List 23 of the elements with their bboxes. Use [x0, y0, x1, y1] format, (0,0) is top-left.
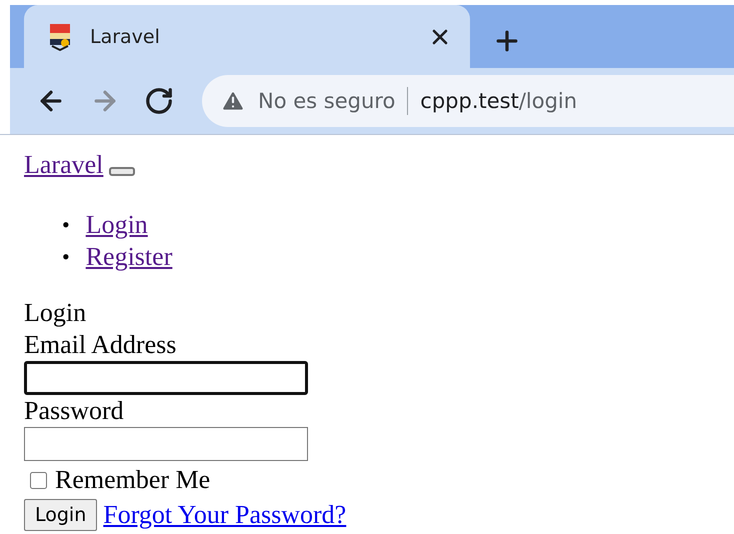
url-host: cppp.test — [420, 89, 519, 113]
reload-icon[interactable] — [144, 86, 174, 116]
tab-title: Laravel — [90, 26, 161, 48]
address-bar[interactable]: No es seguro cppp.test/login — [202, 75, 734, 127]
nav-link[interactable]: Register — [86, 241, 172, 273]
login-button[interactable]: Login — [24, 499, 98, 531]
browser-tab[interactable]: Laravel — [24, 5, 470, 68]
remember-checkbox[interactable] — [30, 472, 47, 488]
field-label: Email Address — [24, 329, 178, 361]
form-heading: Login — [24, 297, 88, 329]
nav-link[interactable]: Login — [86, 209, 148, 241]
list-bullet: • — [62, 243, 70, 271]
forgot-password-link[interactable]: Forgot Your Password? — [103, 499, 346, 531]
brand-link[interactable]: Laravel — [24, 149, 104, 181]
field-label: Password — [24, 395, 125, 427]
site-favicon-icon — [48, 22, 72, 50]
remember-label: Remember Me — [55, 464, 210, 496]
url-path: /login — [518, 89, 578, 113]
navbar-toggler[interactable] — [109, 166, 136, 176]
list-bullet: • — [62, 211, 70, 239]
security-label: No es seguro — [258, 89, 396, 113]
input-field[interactable] — [24, 361, 308, 395]
input-field[interactable] — [24, 427, 308, 461]
